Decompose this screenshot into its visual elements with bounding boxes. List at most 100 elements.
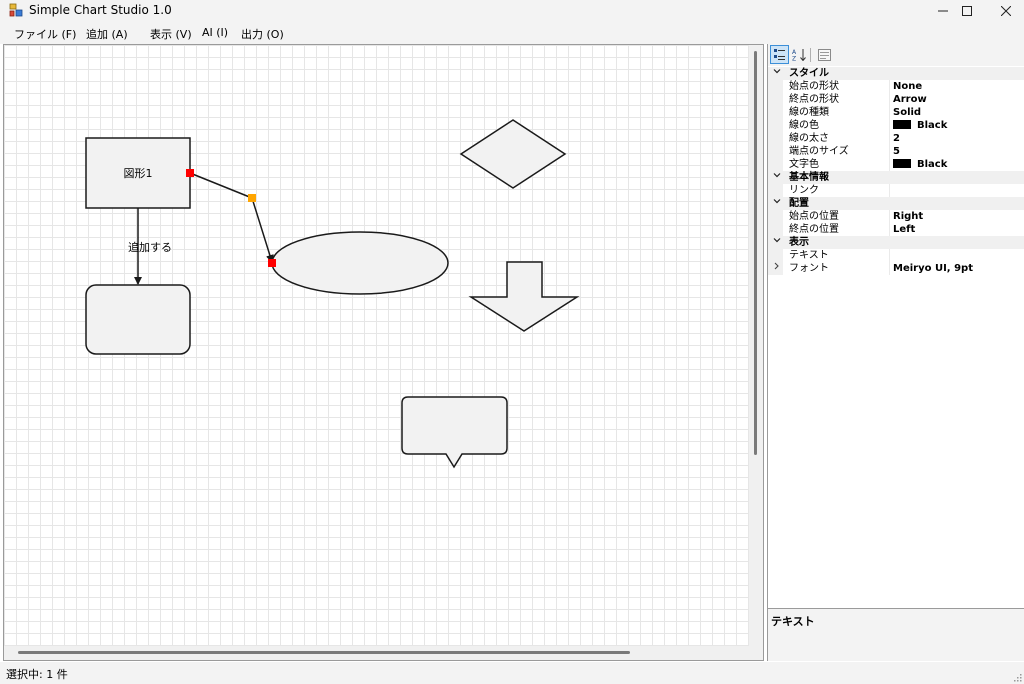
property-row[interactable]: 終点の位置 Left — [768, 223, 1024, 236]
ellipse-shape[interactable] — [271, 231, 449, 295]
property-row[interactable]: 線の太さ 2 — [768, 132, 1024, 145]
chevron-right-icon[interactable] — [773, 262, 780, 275]
speech-bubble-shape[interactable] — [401, 396, 508, 469]
menu-file[interactable]: ファイル (F) — [14, 26, 76, 42]
column-divider — [889, 158, 890, 171]
category-label: 表示 — [789, 237, 809, 248]
canvas-panel: 図形1 追加する — [3, 44, 764, 661]
property-row[interactable]: 始点の形状 None — [768, 80, 1024, 93]
color-swatch — [893, 120, 911, 129]
horizontal-scroll-thumb[interactable] — [18, 651, 630, 654]
property-value[interactable]: Meiryo UI, 9pt — [893, 262, 973, 275]
property-pages-icon — [818, 48, 831, 61]
color-swatch — [893, 159, 911, 168]
property-value-text: Right — [893, 211, 924, 222]
property-row[interactable]: 線の種類 Solid — [768, 106, 1024, 119]
window-title: Simple Chart Studio 1.0 — [29, 3, 172, 17]
property-toolbar: A Z — [768, 44, 1024, 66]
property-label: 端点のサイズ — [789, 146, 849, 157]
alphabetical-button[interactable]: A Z — [790, 45, 809, 64]
resize-grip-icon[interactable] — [1012, 672, 1022, 682]
row-gutter — [768, 249, 783, 262]
property-value-text: Black — [917, 159, 948, 170]
property-row[interactable]: 終点の形状 Arrow — [768, 93, 1024, 106]
row-gutter — [768, 132, 783, 145]
menu-output[interactable]: 出力 (O) — [241, 26, 284, 42]
property-value[interactable]: Left — [893, 223, 915, 236]
row-gutter — [768, 93, 783, 106]
property-value[interactable]: Arrow — [893, 93, 927, 106]
property-value-text: Solid — [893, 107, 922, 118]
category-label: 基本情報 — [789, 172, 829, 183]
property-row[interactable]: リンク — [768, 184, 1024, 197]
property-value[interactable]: Right — [893, 210, 923, 223]
property-value[interactable]: None — [893, 80, 922, 93]
row-gutter — [768, 119, 783, 132]
property-value-text: Meiryo UI, 9pt — [893, 263, 973, 274]
column-divider — [889, 249, 890, 262]
toolbar-separator — [810, 48, 811, 62]
property-value-text: None — [893, 81, 923, 92]
horizontal-scrollbar[interactable] — [4, 646, 749, 660]
column-divider — [889, 184, 890, 197]
property-pages-button[interactable] — [815, 45, 834, 64]
column-divider — [889, 132, 890, 145]
menu-add[interactable]: 追加 (A) — [86, 26, 128, 42]
column-divider — [889, 106, 890, 119]
property-row[interactable]: 線の色 Black — [768, 119, 1024, 132]
property-label: リンク — [789, 185, 819, 196]
status-bar: 選択中: 1 件 — [0, 662, 1024, 684]
property-value-text: 2 — [893, 133, 900, 144]
property-value[interactable]: Black — [893, 158, 947, 171]
rounded-rectangle-shape[interactable] — [85, 284, 191, 355]
status-text: 選択中: 1 件 — [6, 668, 68, 681]
menu-bar: ファイル (F) 追加 (A) 表示 (V) AI (I) 出力 (O) — [0, 22, 1024, 44]
property-value[interactable]: 2 — [893, 132, 900, 145]
property-row[interactable]: 始点の位置 Right — [768, 210, 1024, 223]
app-icon — [9, 3, 23, 17]
svg-text:Z: Z — [792, 56, 796, 62]
property-value[interactable]: Black — [893, 119, 947, 132]
property-row[interactable]: 文字色 Black — [768, 158, 1024, 171]
property-row[interactable]: テキスト — [768, 249, 1024, 262]
category-row[interactable]: スタイル — [768, 67, 1024, 80]
property-label: 文字色 — [789, 159, 819, 170]
end-handle[interactable] — [268, 259, 276, 267]
down-arrow-shape[interactable] — [468, 261, 580, 332]
property-grid: スタイル 始点の形状 None 終点の形状 Arrow 線の種類 Solid 線の色 Black… — [768, 67, 1024, 275]
row-gutter — [768, 80, 783, 93]
category-row[interactable]: 表示 — [768, 236, 1024, 249]
property-row[interactable]: フォント Meiryo UI, 9pt — [768, 262, 1024, 275]
row-gutter — [768, 210, 783, 223]
vertical-scrollbar[interactable] — [749, 45, 763, 646]
menu-view[interactable]: 表示 (V) — [150, 26, 192, 42]
property-value[interactable]: 5 — [893, 145, 900, 158]
scroll-corner — [749, 646, 763, 660]
close-button[interactable] — [983, 0, 1024, 22]
category-label: スタイル — [789, 68, 829, 79]
alphabetical-icon: A Z — [792, 49, 806, 62]
column-divider — [889, 262, 890, 275]
rectangle-label: 図形1 — [123, 167, 153, 180]
category-row[interactable]: 基本情報 — [768, 171, 1024, 184]
midpoint-handle[interactable] — [248, 194, 256, 202]
chevron-down-icon[interactable] — [773, 236, 783, 249]
property-value-text: Left — [893, 224, 916, 235]
categorized-icon — [774, 49, 785, 60]
chevron-down-icon[interactable] — [773, 197, 783, 210]
menu-ai[interactable]: AI (I) — [202, 26, 228, 39]
chevron-down-icon[interactable] — [773, 171, 783, 184]
title-bar: Simple Chart Studio 1.0 — [0, 0, 1024, 22]
property-value-text: Arrow — [893, 94, 927, 105]
selected-connector[interactable] — [189, 172, 274, 263]
category-row[interactable]: 配置 — [768, 197, 1024, 210]
drawing-canvas[interactable]: 図形1 追加する — [4, 45, 749, 646]
chevron-down-icon[interactable] — [773, 67, 783, 80]
categorized-button[interactable] — [770, 45, 789, 64]
category-label: 配置 — [789, 198, 809, 209]
property-row[interactable]: 端点のサイズ 5 — [768, 145, 1024, 158]
diamond-shape[interactable] — [459, 119, 567, 189]
vertical-scroll-thumb[interactable] — [754, 51, 757, 455]
property-value[interactable]: Solid — [893, 106, 921, 119]
description-panel: テキスト — [768, 608, 1024, 661]
